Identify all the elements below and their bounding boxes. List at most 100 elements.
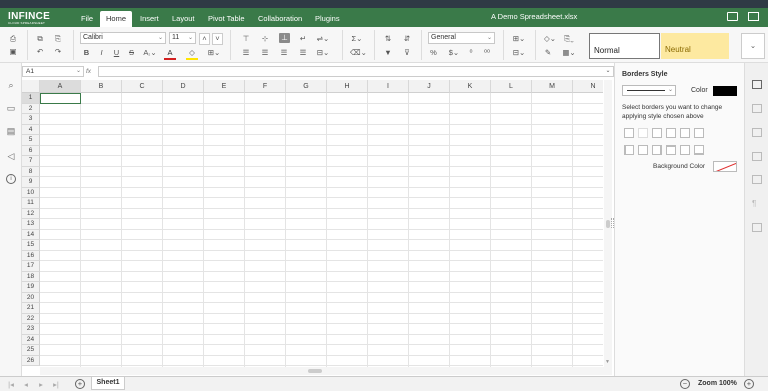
vertical-inner-icon[interactable] xyxy=(638,145,648,155)
chat-icon[interactable]: ▤ xyxy=(6,126,16,136)
row-header[interactable]: 23 xyxy=(22,324,40,335)
column-header[interactable]: J xyxy=(409,80,450,93)
number-format-select[interactable]: General ⌄ xyxy=(428,32,495,44)
inner-cross-icon[interactable] xyxy=(652,128,662,138)
styles-expand-icon[interactable]: ⌄ xyxy=(741,33,765,59)
row-header[interactable]: 5 xyxy=(22,135,40,146)
undo-icon[interactable]: ↶ xyxy=(35,47,45,57)
column-header[interactable]: N xyxy=(573,80,603,93)
selected-cell[interactable] xyxy=(40,93,81,104)
column-header[interactable]: F xyxy=(245,80,286,93)
image-settings-icon[interactable] xyxy=(752,128,762,137)
first-sheet-icon[interactable]: |◂ xyxy=(7,380,15,390)
spreadsheet-grid[interactable]: ABCDEFGHIJKLMN 1 2 3 4 5 6 7 8 9 10 11 12 13 14 15 16 17… xyxy=(22,80,603,367)
row-header[interactable]: 7 xyxy=(22,156,40,167)
formula-expand-icon[interactable]: ⌄ xyxy=(603,66,613,76)
all-borders-icon[interactable] xyxy=(624,128,634,138)
search-icon[interactable]: ⌕ xyxy=(6,80,16,90)
justify-icon[interactable]: ☰ xyxy=(298,48,308,58)
row-header[interactable]: 9 xyxy=(22,177,40,188)
outer-borders-icon[interactable] xyxy=(666,128,676,138)
currency-icon[interactable]: $⌄ xyxy=(446,48,462,58)
align-right-icon[interactable]: ☰ xyxy=(279,48,289,58)
row-header[interactable]: 11 xyxy=(22,198,40,209)
left-border-icon[interactable] xyxy=(624,145,634,155)
print-icon[interactable]: ⎙ xyxy=(8,34,18,44)
column-header[interactable]: I xyxy=(368,80,409,93)
column-header[interactable]: E xyxy=(204,80,245,93)
info-icon[interactable]: i xyxy=(6,174,16,184)
zoom-in-icon[interactable]: + xyxy=(744,379,754,389)
decrease-decimal-icon[interactable]: ⁰ xyxy=(466,48,476,58)
horizontal-inner-icon[interactable] xyxy=(680,145,690,155)
row-header[interactable]: 8 xyxy=(22,166,40,177)
paragraph-icon[interactable]: ¶ xyxy=(752,199,762,208)
underline-button[interactable]: U xyxy=(112,48,121,58)
paste-icon[interactable]: ⎘ xyxy=(53,34,63,44)
bold-button[interactable]: B xyxy=(82,48,91,58)
menu-file[interactable]: File xyxy=(81,12,93,27)
row-header[interactable]: 12 xyxy=(22,208,40,219)
clear-icon[interactable]: ⌫⌄ xyxy=(350,48,367,58)
borders-icon[interactable]: ⊞⌄ xyxy=(207,48,221,58)
column-header[interactable]: H xyxy=(327,80,368,93)
last-sheet-icon[interactable]: ▸| xyxy=(52,380,60,390)
column-header[interactable]: B xyxy=(81,80,122,93)
background-color-swatch[interactable] xyxy=(713,161,737,172)
prev-sheet-icon[interactable]: ◂ xyxy=(22,380,30,390)
row-header[interactable]: 25 xyxy=(22,345,40,356)
column-header[interactable]: M xyxy=(532,80,573,93)
row-header[interactable]: 24 xyxy=(22,334,40,345)
font-color-button[interactable]: A xyxy=(164,48,176,60)
row-header[interactable]: 16 xyxy=(22,250,40,261)
announce-icon[interactable]: ◁ xyxy=(6,151,16,161)
copy-icon[interactable]: ⧉ xyxy=(35,34,45,44)
right-border-icon[interactable] xyxy=(652,145,662,155)
column-header[interactable]: K xyxy=(450,80,491,93)
fill-color-icon[interactable]: ◇ xyxy=(186,48,198,60)
redo-icon[interactable]: ↷ xyxy=(53,47,63,57)
chart-settings-icon[interactable] xyxy=(752,152,762,161)
sort-ascending-icon[interactable]: ⇅ xyxy=(383,34,393,44)
fill-down-icon[interactable]: ◇⌄ xyxy=(543,34,557,44)
align-center-icon[interactable]: ☰ xyxy=(260,48,270,58)
row-header[interactable]: 10 xyxy=(22,187,40,198)
row-header[interactable]: 19 xyxy=(22,282,40,293)
save-icon[interactable]: ▣ xyxy=(8,47,18,57)
text-direction-icon[interactable]: ⇌⌄ xyxy=(316,34,330,44)
menu-home[interactable]: Home xyxy=(100,11,133,27)
filter-icon[interactable]: ▼ xyxy=(383,48,393,58)
increase-decimal-icon[interactable]: ⁰⁰ xyxy=(482,48,492,58)
inner-borders-icon[interactable] xyxy=(638,128,648,138)
conditional-format-icon[interactable]: ✎ xyxy=(543,48,553,58)
row-header[interactable]: 20 xyxy=(22,292,40,303)
row-header[interactable]: 15 xyxy=(22,240,40,251)
column-header[interactable]: D xyxy=(163,80,204,93)
row-header[interactable]: 1 xyxy=(22,93,40,104)
bottom-border-icon[interactable] xyxy=(694,145,704,155)
comment-icon[interactable]: ▭ xyxy=(6,103,16,113)
menu-plugins[interactable]: Plugins xyxy=(315,12,340,27)
border-color-swatch[interactable] xyxy=(713,86,737,96)
row-header[interactable]: 18 xyxy=(22,271,40,282)
horizontal-scrollbar[interactable] xyxy=(40,367,612,375)
delete-cells-icon[interactable]: ⊟⌄ xyxy=(511,48,527,58)
decrease-font-icon[interactable]: ˅ xyxy=(212,33,223,45)
sum-button[interactable]: Σ⌄ xyxy=(350,34,364,44)
row-header[interactable]: 13 xyxy=(22,219,40,230)
column-header[interactable]: G xyxy=(286,80,327,93)
diagonal-down-icon[interactable] xyxy=(694,128,704,138)
table-style-icon[interactable]: ▦⌄ xyxy=(562,48,576,58)
zoom-out-icon[interactable]: − xyxy=(680,379,690,389)
italic-button[interactable]: I xyxy=(97,48,106,58)
cell-style-neutral[interactable]: Neutral xyxy=(661,33,729,59)
diagonal-up-icon[interactable] xyxy=(680,128,690,138)
font-size-select[interactable]: 11 ⌄ xyxy=(169,32,196,44)
percent-button[interactable]: % xyxy=(429,48,438,58)
row-header[interactable]: 14 xyxy=(22,229,40,240)
menu-layout[interactable]: Layout xyxy=(172,12,195,27)
menu-insert[interactable]: Insert xyxy=(140,12,159,27)
align-top-icon[interactable]: ⊤ xyxy=(241,34,251,44)
shape-settings-icon[interactable] xyxy=(752,175,762,184)
row-header[interactable]: 4 xyxy=(22,124,40,135)
